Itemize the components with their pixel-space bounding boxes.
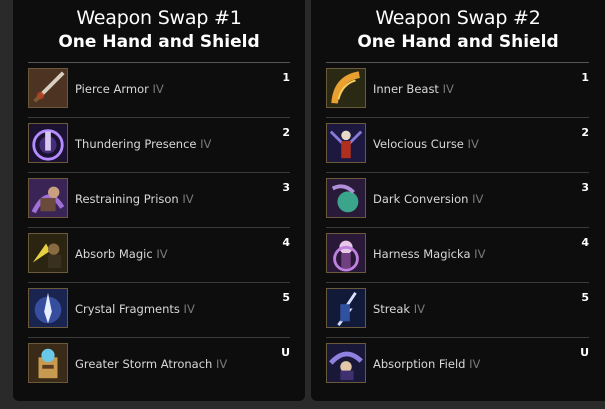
slot-label: 5 [581,291,589,304]
skill-name: Harness Magicka [373,247,471,261]
skill-name: Absorb Magic [75,247,153,261]
slot-label: 2 [581,126,589,139]
slot-label: 1 [282,71,290,84]
skill-row[interactable]: Harness Magicka IV 4 [326,227,589,282]
skill-name: Thundering Presence [75,137,197,151]
slot-label: 1 [581,71,589,84]
panel-subtitle: One Hand and Shield [58,32,260,52]
skill-rank: IV [474,247,486,261]
dark-orb-icon [326,178,366,218]
skill-row[interactable]: Pierce Armor IV 1 [28,62,290,117]
skill-row[interactable]: Inner Beast IV 1 [326,62,589,117]
prison-icon [28,178,68,218]
crystal-icon [28,288,68,328]
slot-label: 2 [282,126,290,139]
sword-pierce-icon [28,68,68,108]
atronach-icon [28,343,68,383]
absorb-shield-icon [28,233,68,273]
panel-subtitle: One Hand and Shield [357,32,559,52]
skill-name: Crystal Fragments [75,302,180,316]
thunder-aura-icon [28,123,68,163]
weapon-swap-1-panel: Weapon Swap #1 One Hand and Shield Pierc… [13,0,305,401]
skill-name: Restraining Prison [75,192,179,206]
magicka-icon [326,233,366,273]
panel-title: Weapon Swap #1 [76,7,242,29]
slot-label: U [580,346,589,359]
skill-name: Inner Beast [373,82,439,96]
slot-label: U [281,346,290,359]
skill-rank: IV [469,357,481,371]
skill-rank: IV [200,137,212,151]
skill-name: Velocious Curse [373,137,464,151]
slot-label: 3 [282,181,290,194]
skill-row[interactable]: Absorb Magic IV 4 [28,227,290,282]
skill-list: Inner Beast IV 1 Velocious Curse IV 2 Da… [326,62,589,392]
skill-rank: IV [152,82,164,96]
skill-row[interactable]: Crystal Fragments IV 5 [28,282,290,337]
skill-rank: IV [216,357,228,371]
lightning-streak-icon [326,288,366,328]
slot-label: 4 [581,236,589,249]
skill-name: Streak [373,302,411,316]
skill-row[interactable]: Streak IV 5 [326,282,589,337]
skill-row[interactable]: Restraining Prison IV 3 [28,172,290,227]
slot-label: 4 [282,236,290,249]
skill-name: Pierce Armor [75,82,149,96]
skill-row[interactable]: Velocious Curse IV 2 [326,117,589,172]
slot-label: 5 [282,291,290,304]
panel-title: Weapon Swap #2 [375,7,541,29]
skill-rank: IV [472,192,484,206]
skill-row[interactable]: Greater Storm Atronach IV U [28,337,290,392]
skill-rank: IV [442,82,454,96]
beast-claw-icon [326,68,366,108]
skill-rank: IV [467,137,479,151]
skill-name: Dark Conversion [373,192,469,206]
skill-rank: IV [156,247,168,261]
skill-row[interactable]: Dark Conversion IV 3 [326,172,589,227]
skill-rank: IV [413,302,425,316]
slot-label: 3 [581,181,589,194]
skill-rank: IV [182,192,194,206]
skill-list: Pierce Armor IV 1 Thundering Presence IV… [28,62,290,392]
skill-name: Greater Storm Atronach [75,357,213,371]
curse-icon [326,123,366,163]
skill-row[interactable]: Absorption Field IV U [326,337,589,392]
skill-name: Absorption Field [373,357,466,371]
field-icon [326,343,366,383]
weapon-swap-2-panel: Weapon Swap #2 One Hand and Shield Inner… [311,0,605,401]
skill-rank: IV [183,302,195,316]
skill-row[interactable]: Thundering Presence IV 2 [28,117,290,172]
